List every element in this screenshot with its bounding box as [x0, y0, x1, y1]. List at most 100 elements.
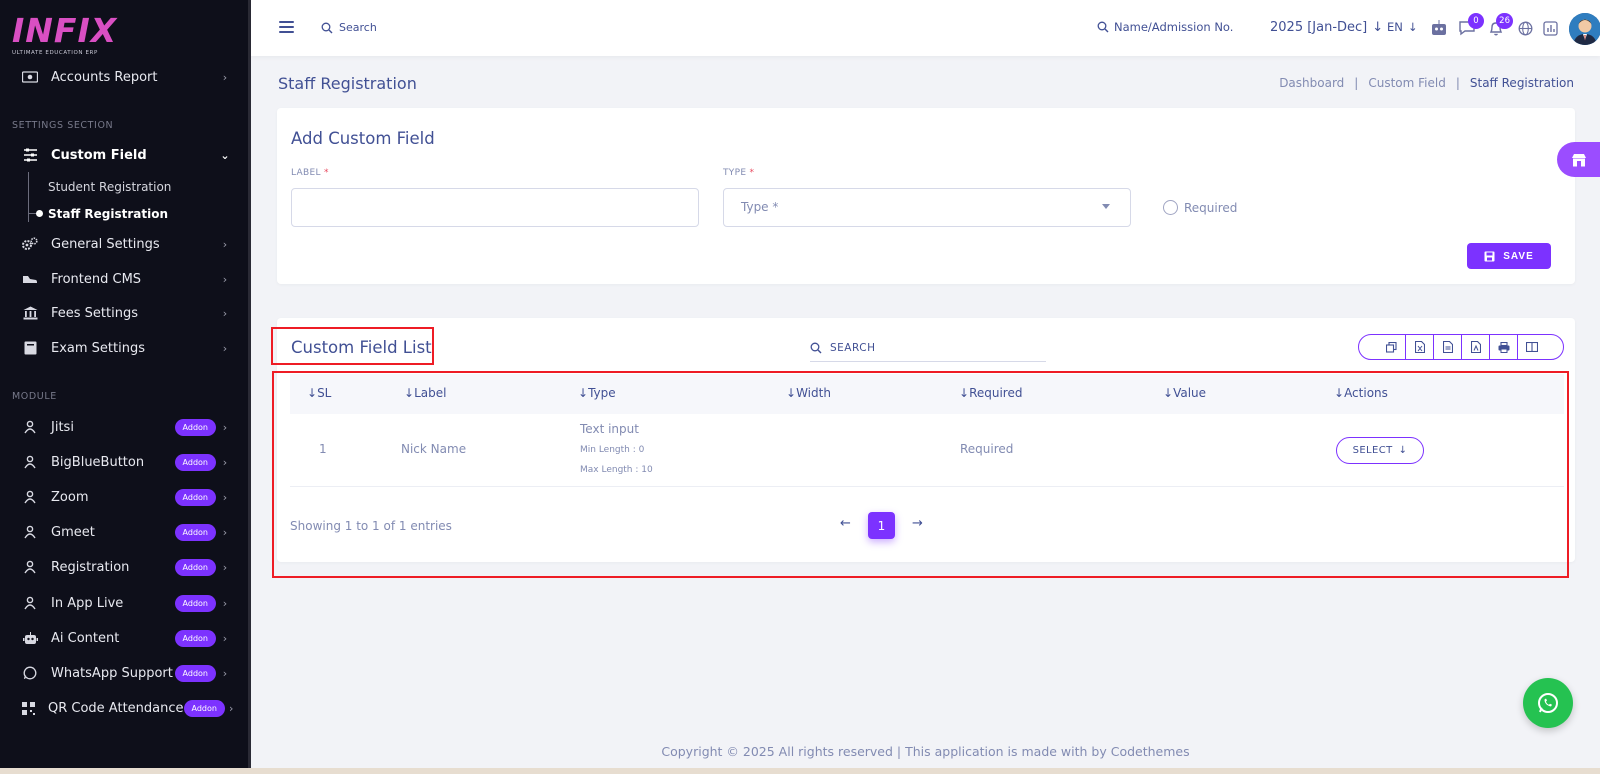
sidebar-item-exam-settings[interactable]: Exam Settings ›: [0, 333, 240, 363]
column-header-label[interactable]: ↓Label: [404, 386, 446, 400]
menu-toggle-icon[interactable]: [279, 21, 294, 33]
sidebar-item-frontend-cms[interactable]: Frontend CMS ›: [0, 264, 240, 294]
floppy-disk-icon: [1484, 251, 1495, 261]
csv-icon[interactable]: [1433, 335, 1461, 359]
label-field-text: LABEL: [291, 168, 321, 178]
sidebar-module-in-app-live[interactable]: In App Live Addon ›: [0, 588, 240, 618]
sidebar-item-label: Fees Settings: [51, 305, 138, 321]
session-selector[interactable]: 2025 [Jan-Dec] ↓: [1270, 20, 1383, 35]
whatsapp-icon: [22, 665, 38, 681]
column-header-width[interactable]: ↓Width: [786, 386, 831, 400]
copy-icon[interactable]: [1377, 335, 1405, 359]
sidebar-module-registration[interactable]: Registration Addon ›: [0, 552, 240, 582]
sidebar-subitem-student-registration[interactable]: Student Registration: [48, 180, 171, 194]
logo[interactable]: INFIX ULTIMATE EDUCATION ERP: [12, 14, 117, 56]
search-icon: [810, 342, 822, 353]
sidebar-module-jitsi[interactable]: Jitsi Addon ›: [0, 412, 240, 442]
whatsapp-icon: [1538, 693, 1558, 713]
column-header-actions[interactable]: ↓Actions: [1334, 386, 1388, 400]
table-search-input[interactable]: SEARCH: [810, 334, 1046, 362]
column-label: Type: [588, 386, 616, 400]
chevron-right-icon: ›: [222, 560, 228, 574]
sidebar-subitem-staff-registration[interactable]: Staff Registration: [48, 207, 168, 221]
arrow-down-icon: ↓: [1407, 20, 1418, 34]
module-label: In App Live: [51, 595, 124, 611]
column-header-value[interactable]: ↓Value: [1163, 386, 1206, 400]
breadcrumb-current: Staff Registration: [1469, 76, 1574, 90]
addon-badge: Addon: [174, 664, 216, 682]
export-buttons: [1358, 334, 1564, 360]
save-button[interactable]: SAVE: [1467, 243, 1551, 269]
money-icon: [22, 69, 38, 85]
sort-arrow-icon: ↓: [959, 386, 970, 400]
sidebar-item-fees-settings[interactable]: Fees Settings ›: [0, 298, 240, 328]
next-page-icon[interactable]: →: [912, 516, 923, 531]
tree-line: [28, 172, 29, 222]
chat-icon[interactable]: 0: [1458, 13, 1484, 37]
chevron-right-icon: ›: [222, 455, 228, 469]
bell-icon[interactable]: 26: [1487, 13, 1513, 37]
column-label: Required: [969, 386, 1023, 400]
language-selector[interactable]: EN ↓: [1387, 20, 1418, 34]
globe-icon[interactable]: [1516, 19, 1534, 37]
type-select[interactable]: Type *: [723, 188, 1131, 227]
sidebar-module-gmeet[interactable]: Gmeet Addon ›: [0, 517, 240, 547]
sidebar-item-custom-field[interactable]: Custom Field ⌄: [0, 140, 240, 170]
sidebar-module-zoom[interactable]: Zoom Addon ›: [0, 482, 240, 512]
chevron-right-icon: ›: [222, 525, 228, 539]
module-label: WhatsApp Support: [51, 665, 173, 681]
column-header-required[interactable]: ↓Required: [959, 386, 1022, 400]
whatsapp-float-button[interactable]: [1523, 678, 1573, 728]
chevron-right-icon: ›: [222, 420, 228, 434]
language-label: EN: [1387, 20, 1403, 34]
sidebar-module-ai-content[interactable]: Ai Content Addon ›: [0, 623, 240, 653]
module-section-heading: MODULE: [12, 391, 57, 402]
excel-icon[interactable]: [1405, 335, 1433, 359]
window-bottom-edge: [0, 768, 1600, 774]
column-label: SL: [317, 386, 332, 400]
person-icon: [22, 454, 38, 470]
footer-copyright: Copyright © 2025 All rights reserved | T…: [661, 744, 1190, 759]
select-action-button[interactable]: SELECT ↓: [1336, 437, 1424, 464]
breadcrumb-dashboard[interactable]: Dashboard: [1279, 76, 1344, 90]
sidebar-item-accounts-report[interactable]: Accounts Report ›: [0, 62, 240, 92]
breadcrumb: Dashboard | Custom Field | Staff Registr…: [1279, 76, 1574, 90]
type-select-placeholder: Type *: [741, 200, 779, 214]
required-radio[interactable]: [1163, 200, 1178, 215]
label-input[interactable]: [291, 188, 699, 227]
page-button-current[interactable]: 1: [868, 512, 895, 539]
prev-page-icon[interactable]: ←: [840, 516, 851, 531]
cell-required: Required: [960, 442, 1014, 456]
sidebar-scrollbar[interactable]: [248, 515, 251, 765]
bank-icon: [22, 305, 38, 321]
sidebar-module-whatsapp-support[interactable]: WhatsApp Support Addon ›: [0, 658, 240, 688]
pdf-icon[interactable]: [1461, 335, 1489, 359]
addon-badge: Addon: [174, 629, 216, 647]
sidebar-module-qr-code-attendance[interactable]: QR Code Attendance Addon ›: [0, 693, 240, 723]
student-search[interactable]: Name/Admission No.: [1097, 20, 1233, 34]
chart-icon[interactable]: [1541, 19, 1559, 37]
sort-arrow-icon: ↓: [1334, 386, 1345, 400]
column-label: Actions: [1344, 386, 1388, 400]
columns-icon[interactable]: [1517, 335, 1545, 359]
sidebar-item-label: Frontend CMS: [51, 271, 142, 287]
sidebar-item-general-settings[interactable]: General Settings ›: [0, 229, 240, 259]
global-search-label: Search: [339, 21, 377, 34]
sidebar-module-bigbluebutton[interactable]: BigBlueButton Addon ›: [0, 447, 240, 477]
session-label: 2025 [Jan-Dec]: [1270, 20, 1368, 35]
breadcrumb-separator: |: [1455, 76, 1460, 90]
required-radio-label: Required: [1184, 201, 1238, 215]
robot-icon[interactable]: [1430, 19, 1448, 37]
global-search[interactable]: Search: [321, 21, 377, 34]
column-header-sl[interactable]: ↓SL: [307, 386, 331, 400]
breadcrumb-custom-field[interactable]: Custom Field: [1368, 76, 1445, 90]
chevron-down-icon: ⌄: [220, 148, 230, 162]
avatar[interactable]: [1569, 13, 1600, 45]
chevron-right-icon: ›: [222, 490, 228, 504]
store-float-button[interactable]: [1557, 142, 1600, 177]
sidebar-item-label: Accounts Report: [51, 69, 158, 85]
type-field-text: TYPE: [723, 168, 747, 178]
print-icon[interactable]: [1489, 335, 1517, 359]
column-header-type[interactable]: ↓Type: [578, 386, 616, 400]
column-label: Width: [796, 386, 831, 400]
